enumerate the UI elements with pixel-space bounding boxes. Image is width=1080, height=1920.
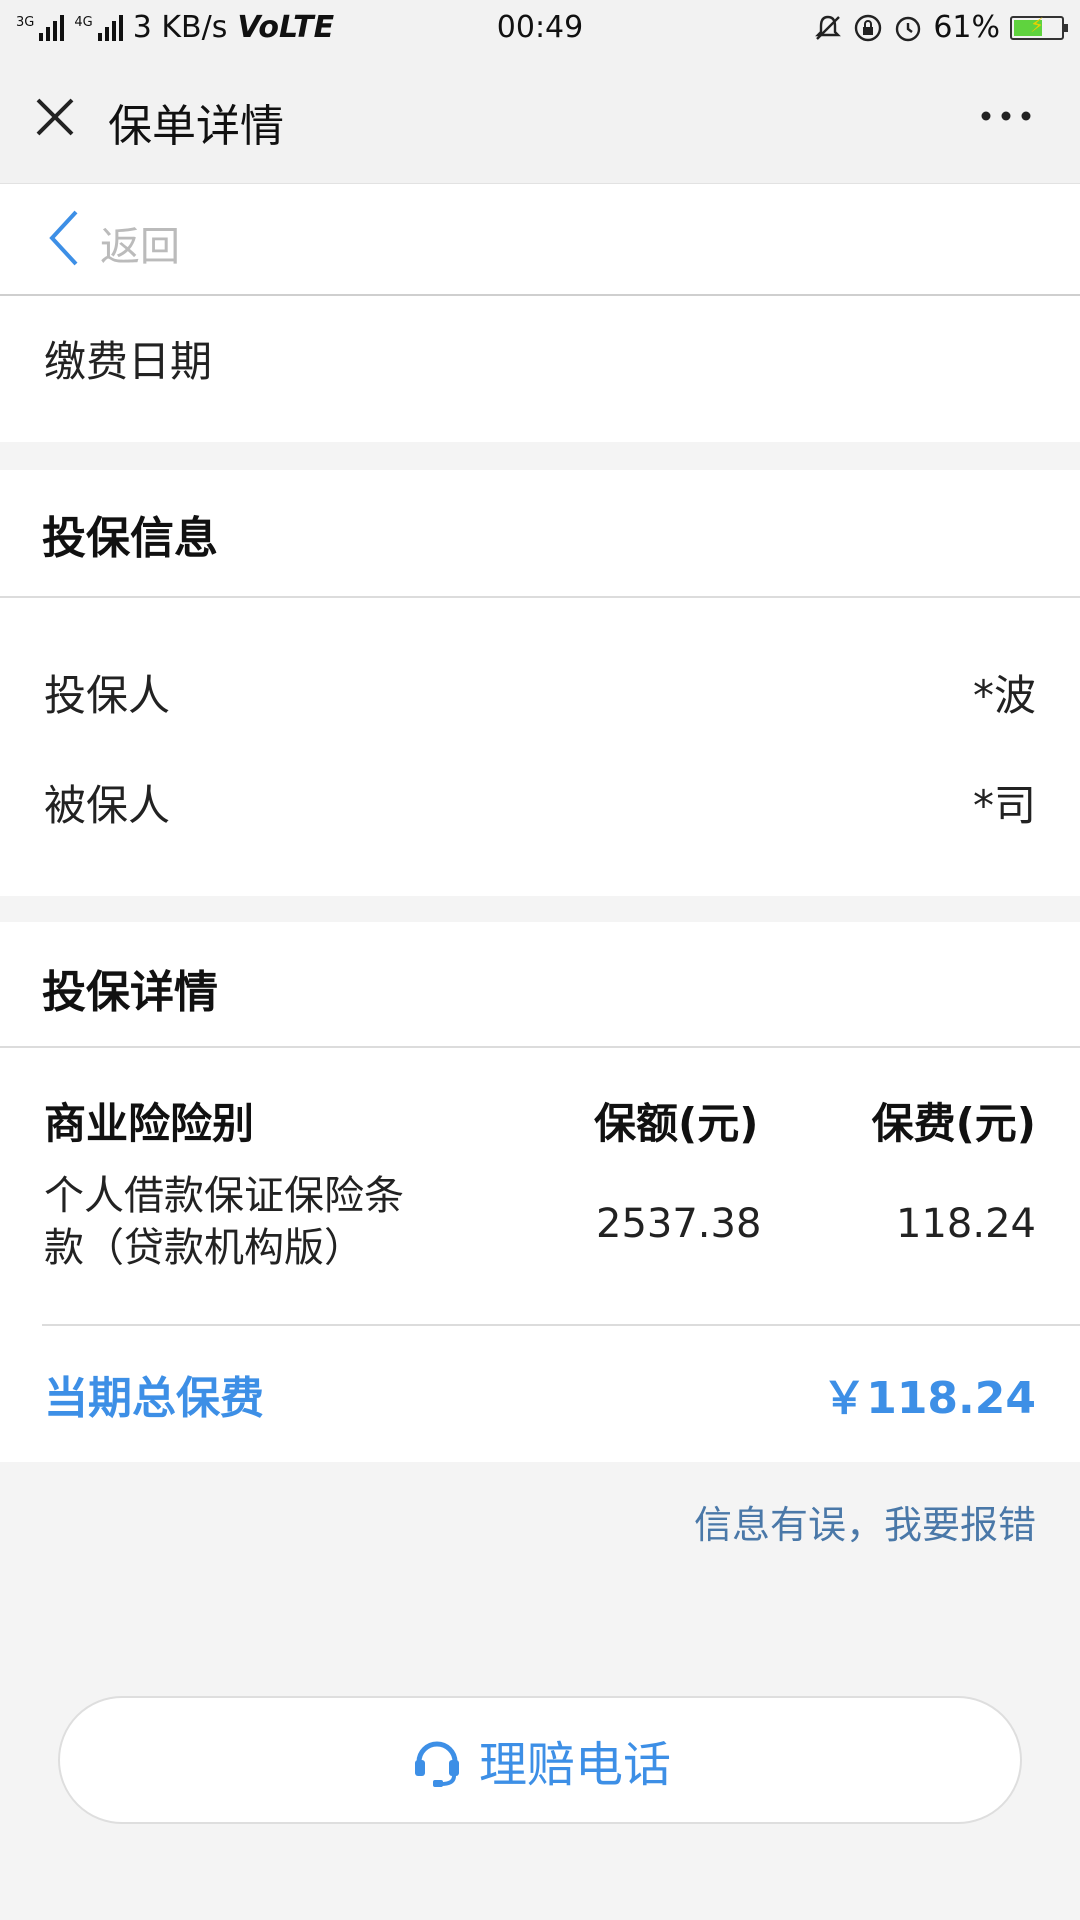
amount-cell: 2537.38 xyxy=(596,1201,762,1247)
premium-cell: 118.24 xyxy=(896,1201,1036,1247)
payment-section: 缴费日期 xyxy=(0,296,1080,442)
applicant-label: 投保人 xyxy=(44,671,171,720)
close-icon[interactable] xyxy=(30,92,80,142)
insured-label: 被保人 xyxy=(44,781,171,830)
policy-type-cell: 个人借款保证保险条 款（贷款机构版） xyxy=(44,1170,484,1274)
applicant-value: *波 xyxy=(972,671,1036,720)
divider xyxy=(0,1046,1080,1048)
insured-value: *司 xyxy=(972,781,1036,830)
back-chevron-icon[interactable] xyxy=(44,208,84,268)
mute-icon xyxy=(815,15,842,40)
policy-type-line1: 个人借款保证保险条 xyxy=(44,1173,404,1219)
more-icon[interactable] xyxy=(976,96,1036,136)
lock-rotate-icon xyxy=(855,14,882,41)
policy-type-line2: 款（贷款机构版） xyxy=(44,1225,364,1271)
back-label[interactable]: 返回 xyxy=(100,214,180,272)
status-right: 61% ⚡ xyxy=(813,10,1068,45)
column-header-type: 商业险险别 xyxy=(44,1099,255,1148)
insured-info-heading: 投保信息 xyxy=(42,513,218,564)
report-error-link[interactable]: 信息有误，我要报错 xyxy=(694,1494,1036,1549)
title-bar: 保单详情 xyxy=(0,56,1080,184)
back-bar[interactable]: 返回 xyxy=(0,184,1080,296)
insured-info-section: 投保信息 投保人 *波 被保人 *司 xyxy=(0,470,1080,896)
alarm-icon xyxy=(896,16,921,41)
battery-icon: ⚡ xyxy=(1010,12,1068,40)
policy-details-heading: 投保详情 xyxy=(42,967,218,1018)
charging-bolt-icon: ⚡ xyxy=(1029,12,1045,37)
total-premium-label: 当期总保费 xyxy=(44,1373,264,1424)
column-header-amount: 保额(元) xyxy=(594,1099,759,1148)
headset-icon xyxy=(414,1741,459,1787)
divider xyxy=(0,596,1080,598)
claim-phone-label[interactable]: 理赔电话 xyxy=(479,1725,671,1795)
column-header-premium: 保费(元) xyxy=(871,1099,1036,1148)
status-bar: 3G 4G 3 KB/s VoLTE 00:49 61% ⚡ xyxy=(0,0,1080,56)
divider xyxy=(42,1324,1080,1326)
policy-details-section: 投保详情 商业险险别 保额(元) 保费(元) 个人借款保证保险条 款（贷款机构版… xyxy=(0,922,1080,1462)
battery-percent: 61% xyxy=(933,10,1000,45)
total-premium-value: ￥118.24 xyxy=(822,1373,1036,1424)
claim-phone-button[interactable]: 理赔电话 xyxy=(58,1696,1022,1824)
payment-date-label: 缴费日期 xyxy=(44,337,213,386)
page-title: 保单详情 xyxy=(108,101,284,152)
